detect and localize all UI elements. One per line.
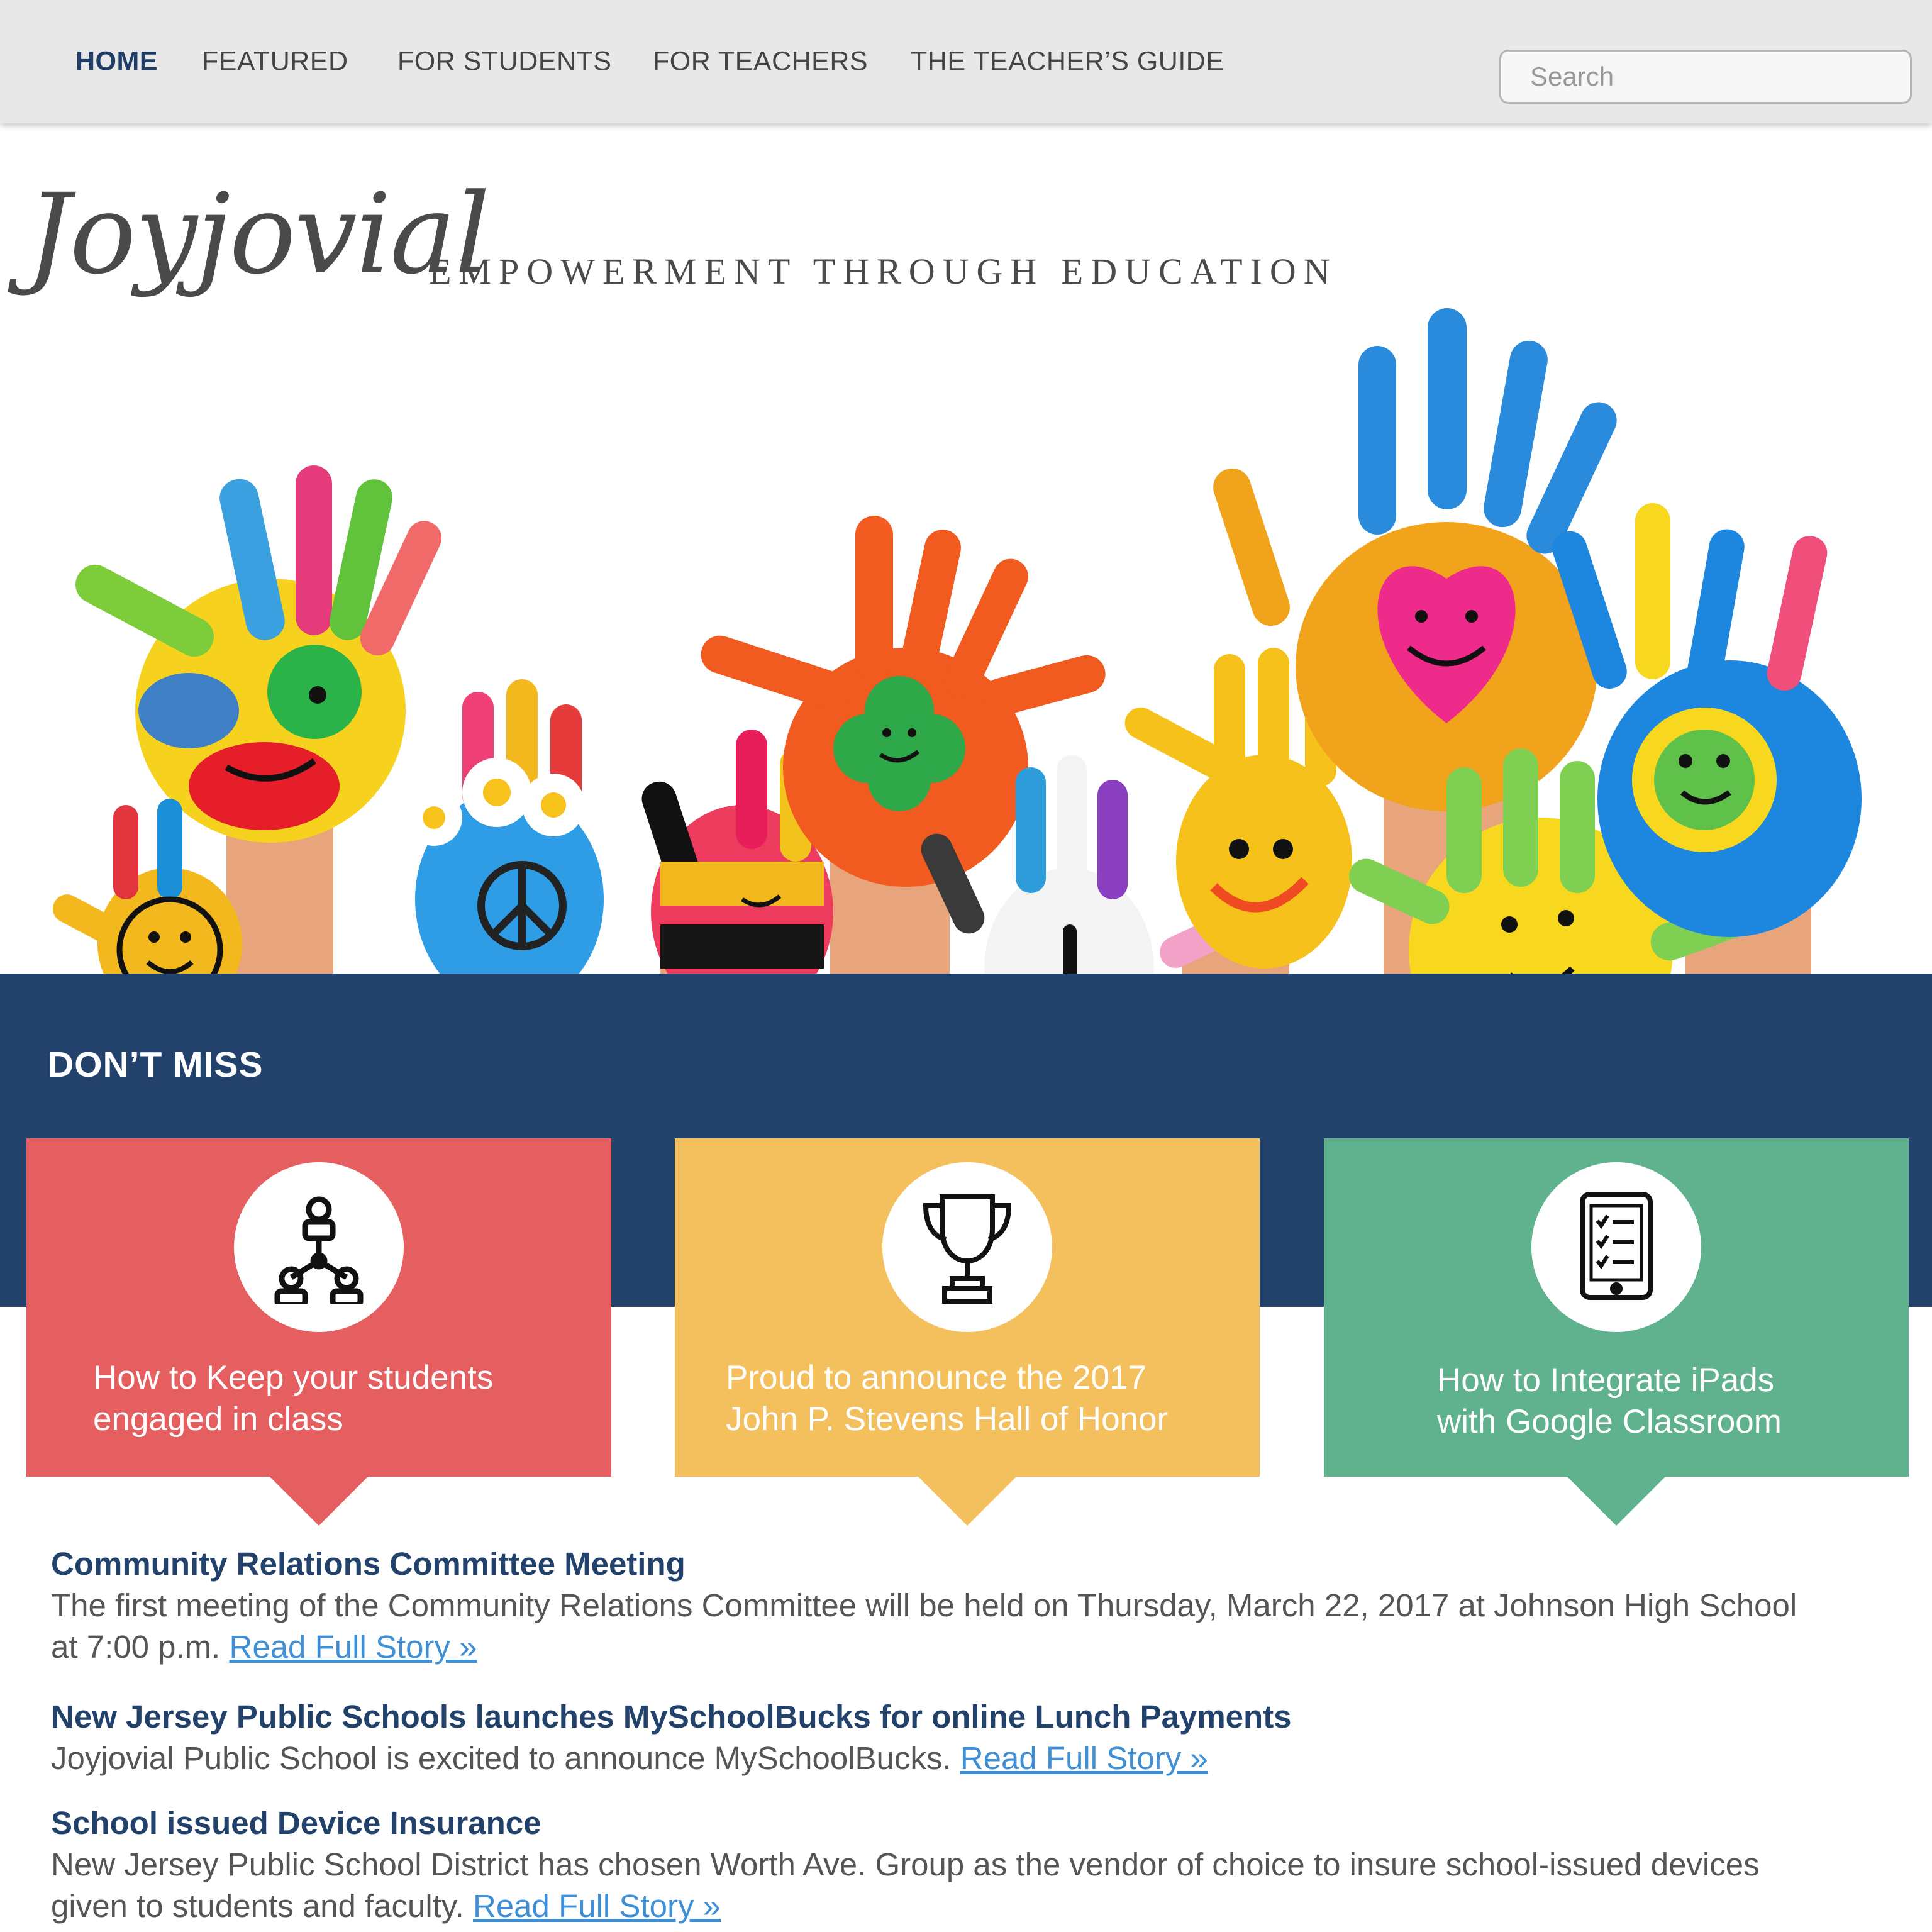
news-title[interactable]: Community Relations Committee Meeting	[51, 1543, 1913, 1585]
news-body: Joyjovial Public School is excited to an…	[51, 1740, 1208, 1776]
card-caption: How to Integrate iPads with Google Class…	[1437, 1362, 1782, 1440]
hero-banner: Joyjovial EMPOWERMENT THROUGH EDUCATION	[0, 126, 1912, 974]
read-full-story-link[interactable]: Read Full Story »	[230, 1629, 477, 1665]
news-item: School issued Device Insurance New Jerse…	[51, 1802, 1913, 1927]
news-item: Community Relations Committee Meeting Th…	[51, 1543, 1913, 1668]
dont-miss-heading: DON’T MISS	[48, 1045, 264, 1085]
card-ipads-google-classroom[interactable]: How to Integrate iPads with Google Class…	[1324, 1138, 1909, 1526]
card-caption: How to Keep your students engaged in cla…	[93, 1359, 494, 1438]
card-caption: Proud to announce the 2017 John P. Steve…	[726, 1359, 1169, 1438]
news-title[interactable]: New Jersey Public Schools launches MySch…	[51, 1696, 1913, 1738]
card-pointer	[1567, 1477, 1665, 1526]
search-input[interactable]	[1499, 50, 1912, 104]
read-full-story-link[interactable]: Read Full Story »	[960, 1740, 1208, 1776]
card-hall-of-honor[interactable]: Proud to announce the 2017 John P. Steve…	[675, 1138, 1260, 1526]
nav-item-for-students[interactable]: FOR STUDENTS	[397, 47, 611, 77]
trophy-icon	[923, 1194, 1012, 1304]
card-icon-circle	[1531, 1162, 1701, 1332]
news-item: New Jersey Public Schools launches MySch…	[51, 1696, 1913, 1779]
card-student-engagement[interactable]: How to Keep your students engaged in cla…	[26, 1138, 611, 1526]
news-title[interactable]: School issued Device Insurance	[51, 1802, 1913, 1844]
nav-item-home[interactable]: HOME	[75, 47, 158, 77]
nav-item-featured[interactable]: FEATURED	[202, 47, 348, 77]
read-full-story-link[interactable]: Read Full Story »	[473, 1888, 721, 1924]
team-hierarchy-icon	[274, 1196, 364, 1304]
site-logo-wordmark[interactable]: Joyjovial	[26, 170, 490, 299]
painted-hands-illustration	[52, 308, 1862, 974]
card-icon-circle	[234, 1162, 404, 1332]
news-body: The first meeting of the Community Relat…	[51, 1587, 1797, 1665]
nav-item-for-teachers[interactable]: FOR TEACHERS	[653, 47, 868, 77]
nav-item-teachers-guide[interactable]: THE TEACHER’S GUIDE	[911, 47, 1224, 77]
card-icon-circle	[882, 1162, 1052, 1332]
tablet-checklist-icon	[1580, 1192, 1653, 1300]
card-pointer	[918, 1477, 1016, 1526]
news-body: New Jersey Public School District has ch…	[51, 1846, 1760, 1924]
top-navigation-bar: HOME FEATURED FOR STUDENTS FOR TEACHERS …	[0, 0, 1932, 123]
site-tagline: EMPOWERMENT THROUGH EDUCATION	[429, 251, 1338, 292]
card-pointer	[270, 1477, 368, 1526]
